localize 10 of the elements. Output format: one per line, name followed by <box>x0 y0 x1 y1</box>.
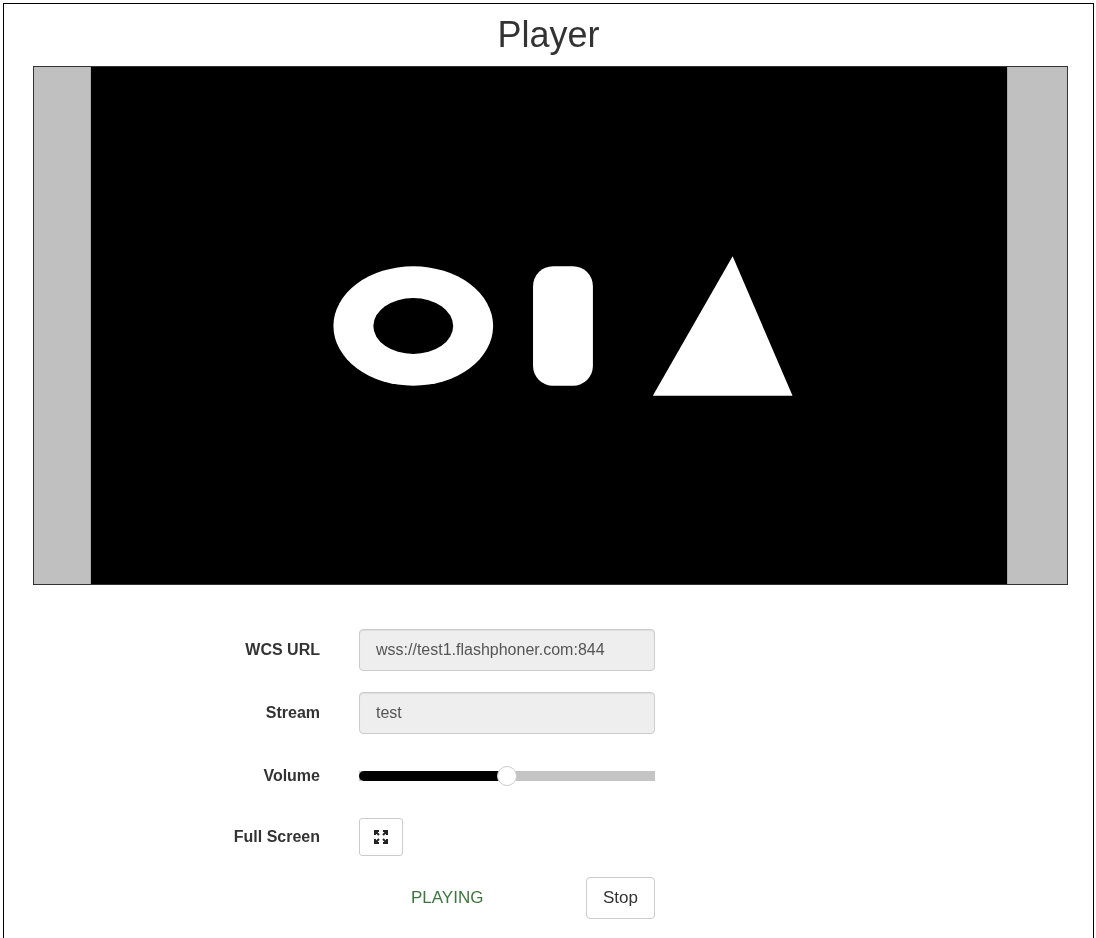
status-text: PLAYING <box>411 888 484 908</box>
slider-thumb[interactable] <box>497 766 517 786</box>
field-label: Full Screen <box>233 828 320 846</box>
stop-button[interactable]: Stop <box>586 877 655 919</box>
field-label: WCS URL <box>245 641 320 659</box>
page-title: Player <box>496 14 601 56</box>
expand-icon <box>374 830 388 844</box>
field-label: Volume <box>263 767 320 785</box>
fullscreen-button[interactable] <box>359 818 403 856</box>
field-label: Stream <box>265 704 320 722</box>
